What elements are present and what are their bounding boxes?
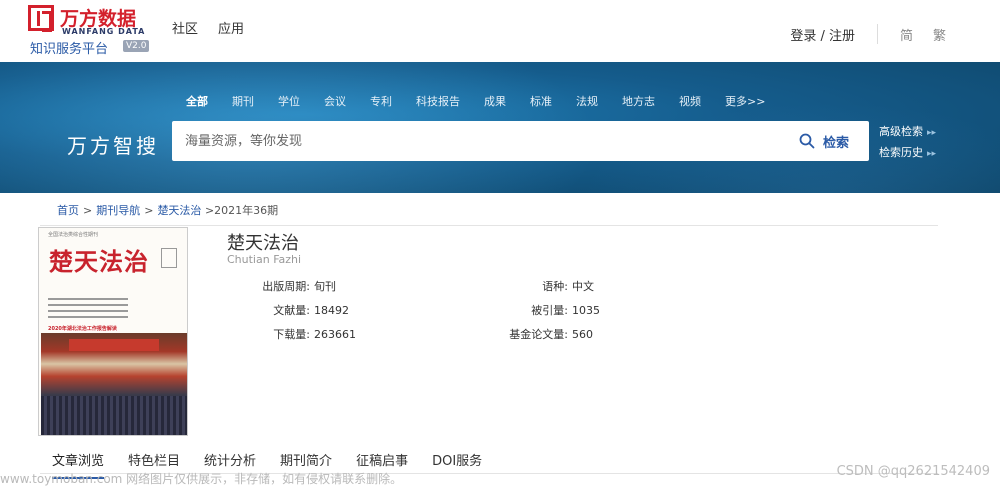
advanced-search-label: 高级检索: [879, 125, 923, 138]
articles-label: 文献量:: [273, 304, 310, 317]
category-video[interactable]: 视频: [679, 93, 701, 109]
breadcrumb-journals[interactable]: 期刊导航: [96, 204, 140, 217]
logo-english-text: WANFANG DATA: [62, 27, 146, 36]
cited-value: 1035: [572, 304, 600, 317]
info-articles: 文献量: 18492: [222, 302, 349, 318]
search-brand: 万方智搜: [67, 134, 159, 158]
cover-title: 楚天法治: [49, 247, 149, 276]
category-conference[interactable]: 会议: [324, 93, 346, 109]
category-journal[interactable]: 期刊: [232, 93, 254, 109]
search-icon: [799, 133, 815, 149]
info-cited: 被引量: 1035: [508, 302, 600, 318]
nav-apps[interactable]: 应用: [218, 18, 244, 37]
period-value: 旬刊: [314, 280, 336, 293]
double-chevron-right-icon: ▸▸: [927, 149, 937, 159]
breadcrumb-separator: >: [144, 204, 154, 217]
top-nav: 社区 应用: [172, 18, 244, 37]
category-patent[interactable]: 专利: [370, 93, 392, 109]
info-language: 语种: 中文: [508, 278, 594, 294]
double-chevron-right-icon: ▸▸: [927, 128, 937, 138]
search-input[interactable]: [172, 121, 782, 161]
category-thesis[interactable]: 学位: [278, 93, 300, 109]
watermark-left: www.toymoban.com 网络图片仅供展示，非存储，如有侵权请联系删除。: [0, 472, 403, 486]
category-local-chronicle[interactable]: 地方志: [622, 93, 655, 109]
category-standard[interactable]: 标准: [530, 93, 552, 109]
cover-headline: 2020年湖北法治工作报告解读: [48, 326, 117, 332]
category-more[interactable]: 更多>>: [725, 93, 765, 109]
version-badge: V2.0: [123, 40, 150, 52]
breadcrumb: 首页 > 期刊导航 > 楚天法治 >2021年36期: [57, 202, 278, 218]
downloads-label: 下载量:: [273, 328, 310, 341]
cover-header-text: 全国法治类综合性期刊: [48, 232, 99, 238]
search-box: 检索: [172, 121, 869, 161]
articles-value: 18492: [314, 304, 349, 317]
downloads-value: 263661: [314, 328, 356, 341]
info-downloads: 下载量: 263661: [222, 326, 356, 342]
search-button[interactable]: 检索: [799, 121, 849, 161]
category-achievement[interactable]: 成果: [484, 93, 506, 109]
search-category-tabs: 全部 期刊 学位 会议 专利 科技报告 成果 标准 法规 地方志 视频 更多>>: [186, 93, 789, 109]
divider: [40, 225, 938, 226]
info-fund: 基金论文量: 560: [508, 326, 593, 342]
category-all[interactable]: 全部: [186, 93, 208, 109]
breadcrumb-home[interactable]: 首页: [57, 204, 79, 217]
wanfang-logo-icon: [28, 5, 54, 32]
journal-pinyin: Chutian Fazhi: [227, 253, 302, 266]
language-value: 中文: [572, 280, 594, 293]
info-period: 出版周期: 旬刊: [222, 278, 336, 294]
category-tech-report[interactable]: 科技报告: [416, 93, 460, 109]
breadcrumb-journal[interactable]: 楚天法治: [157, 204, 201, 217]
search-history-link[interactable]: 检索历史 ▸▸: [879, 143, 936, 164]
login-register-link[interactable]: 登录 / 注册: [790, 25, 855, 44]
advanced-search-link[interactable]: 高级检索 ▸▸: [879, 122, 936, 143]
top-header: 万方数据 WANFANG DATA 知识服务平台 V2.0 社区 应用 登录 /…: [0, 0, 1000, 62]
journal-title: 楚天法治: [227, 233, 299, 254]
cover-contents-lines: [48, 298, 128, 322]
cover-barcode-box: [161, 248, 177, 268]
period-label: 出版周期:: [262, 280, 310, 293]
search-button-label: 检索: [822, 135, 849, 151]
cited-label: 被引量:: [531, 304, 568, 317]
search-banner: 全部 期刊 学位 会议 专利 科技报告 成果 标准 法规 地方志 视频 更多>>…: [0, 62, 1000, 193]
breadcrumb-current: >2021年36期: [204, 204, 279, 217]
lang-traditional[interactable]: 繁: [933, 25, 946, 44]
breadcrumb-separator: >: [83, 204, 93, 217]
cover-photo: [41, 333, 187, 435]
search-history-label: 检索历史: [879, 146, 923, 159]
fund-value: 560: [572, 328, 593, 341]
account-area: 登录 / 注册 简 繁: [790, 24, 946, 44]
advanced-links: 高级检索 ▸▸ 检索历史 ▸▸: [879, 122, 936, 164]
fund-label: 基金论文量:: [509, 328, 568, 341]
language-label: 语种:: [542, 280, 568, 293]
journal-cover-image[interactable]: 全国法治类综合性期刊 楚天法治 2020年湖北法治工作报告解读: [38, 227, 188, 436]
divider: [876, 24, 878, 44]
lang-simplified[interactable]: 简: [900, 25, 913, 44]
watermark-right: CSDN @qq2621542409: [836, 464, 990, 479]
category-regulation[interactable]: 法规: [576, 93, 598, 109]
wanfang-logo[interactable]: 万方数据 WANFANG DATA 知识服务平台 V2.0: [28, 4, 158, 57]
logo-subtitle: 知识服务平台: [30, 42, 109, 57]
nav-community[interactable]: 社区: [172, 18, 198, 37]
tab-doi-service[interactable]: DOI服务: [432, 450, 482, 479]
